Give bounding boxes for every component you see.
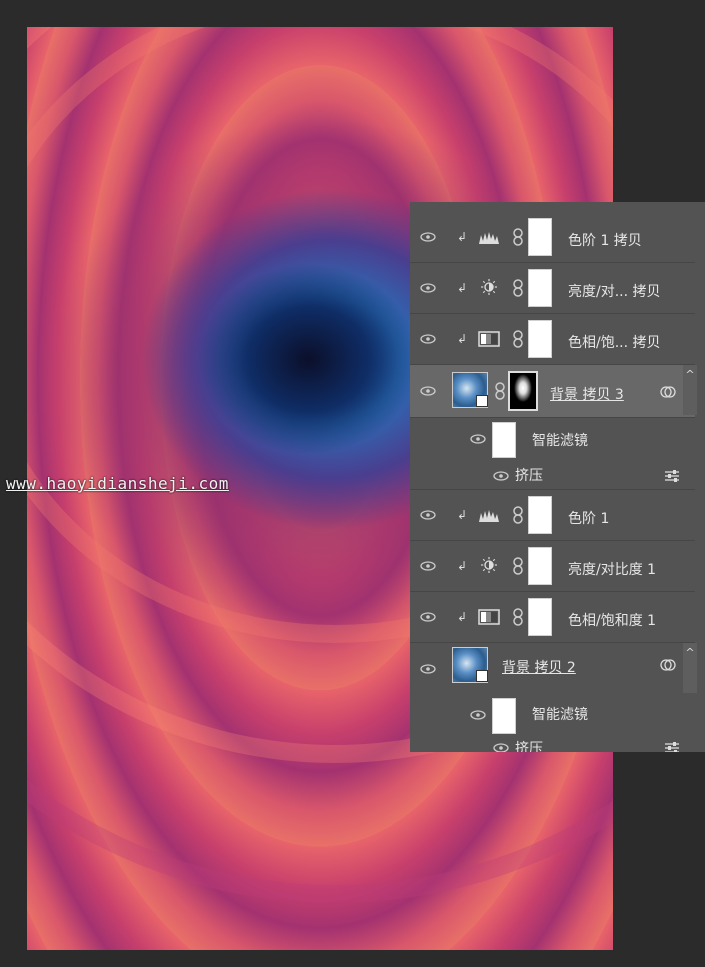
layer-name: 色相/饱... 拷贝 — [568, 335, 661, 351]
eye-icon[interactable] — [493, 471, 509, 481]
expand-arrow-icon[interactable]: ^ — [683, 643, 697, 693]
layer-mask-thumbnail[interactable] — [528, 269, 552, 307]
smart-filters-label: 智能滤镜 — [532, 707, 588, 723]
link-icon[interactable] — [510, 228, 526, 246]
link-icon[interactable] — [510, 506, 526, 524]
clip-arrow-icon: ↲ — [457, 281, 468, 295]
layer-name: 背景 拷贝 3 — [550, 387, 624, 403]
layer-row[interactable]: 背景 拷贝 2 — [410, 643, 695, 695]
watermark-text: www.haoyidiansheji.com — [6, 474, 229, 493]
filter-name: 挤压 — [515, 741, 543, 752]
clip-arrow-icon: ↲ — [457, 332, 468, 346]
layer-name: 亮度/对比度 1 — [568, 562, 657, 578]
clip-arrow-icon: ↲ — [457, 508, 468, 522]
layer-mask-thumbnail[interactable] — [528, 547, 552, 585]
layers-panel: ↲ 色阶 1 拷贝 ↲ 亮度/对... 拷贝 ↲ 色相/饱... 拷贝 背景 拷… — [410, 202, 705, 752]
filter-options-icon[interactable] — [664, 741, 680, 752]
link-icon[interactable] — [510, 608, 526, 626]
layer-row[interactable]: ↲ 色相/饱... 拷贝 — [410, 314, 695, 365]
layer-row[interactable]: ↲ 色相/饱和度 1 — [410, 592, 695, 643]
filter-name: 挤压 — [515, 468, 543, 484]
filter-row[interactable]: 挤压 — [410, 463, 695, 490]
levels-icon — [479, 510, 499, 522]
layer-mask-thumbnail[interactable] — [528, 496, 552, 534]
brightness-icon — [481, 557, 497, 573]
layer-row[interactable]: ↲ 色阶 1 — [410, 490, 695, 541]
smart-object-badge-icon — [476, 395, 488, 407]
layer-mask-thumbnail[interactable] — [528, 598, 552, 636]
eye-icon[interactable] — [420, 232, 436, 242]
clip-arrow-icon: ↲ — [457, 559, 468, 573]
hue-saturation-icon — [478, 609, 500, 625]
smart-filters-row[interactable]: 智能滤镜 — [410, 694, 695, 738]
layer-mask-thumbnail[interactable] — [528, 320, 552, 358]
eye-icon[interactable] — [420, 386, 436, 396]
filter-options-icon[interactable] — [664, 469, 680, 483]
eye-icon[interactable] — [420, 510, 436, 520]
brightness-icon — [481, 279, 497, 295]
smart-object-badge-icon — [476, 670, 488, 682]
layer-row[interactable]: ↲ 色阶 1 拷贝 — [410, 212, 695, 263]
link-icon[interactable] — [510, 330, 526, 348]
eye-icon[interactable] — [470, 434, 486, 444]
eye-icon[interactable] — [493, 743, 509, 752]
filter-mask[interactable] — [492, 698, 516, 734]
hue-saturation-icon — [478, 331, 500, 347]
levels-icon — [479, 232, 499, 244]
eye-icon[interactable] — [420, 334, 436, 344]
layer-mask-thumbnail[interactable] — [508, 371, 538, 411]
smart-filters-row[interactable]: 智能滤镜 — [410, 418, 695, 462]
eye-icon[interactable] — [420, 561, 436, 571]
eye-icon[interactable] — [420, 612, 436, 622]
layer-name: 色阶 1 拷贝 — [568, 233, 642, 249]
link-icon[interactable] — [510, 279, 526, 297]
layer-row[interactable]: ↲ 亮度/对比度 1 — [410, 541, 695, 592]
clip-arrow-icon: ↲ — [457, 610, 468, 624]
layer-row[interactable]: ↲ 亮度/对... 拷贝 — [410, 263, 695, 314]
eye-icon[interactable] — [420, 664, 436, 674]
eye-icon[interactable] — [420, 283, 436, 293]
link-icon[interactable] — [510, 557, 526, 575]
clip-arrow-icon: ↲ — [457, 230, 468, 244]
layer-name: 色阶 1 — [568, 511, 610, 527]
layer-name: 色相/饱和度 1 — [568, 613, 657, 629]
layer-mask-thumbnail[interactable] — [528, 218, 552, 256]
smart-filters-label: 智能滤镜 — [532, 433, 588, 449]
expand-arrow-icon[interactable]: ^ — [683, 365, 697, 415]
layer-name: 背景 拷贝 2 — [502, 660, 576, 676]
smart-filter-indicator-icon[interactable] — [660, 385, 676, 399]
layer-name: 亮度/对... 拷贝 — [568, 284, 661, 300]
filter-row[interactable]: 挤压 — [410, 738, 695, 752]
smart-filter-indicator-icon[interactable] — [660, 658, 676, 672]
link-icon[interactable] — [492, 382, 508, 400]
filter-mask[interactable] — [492, 422, 516, 458]
eye-icon[interactable] — [470, 710, 486, 720]
layer-row-selected[interactable]: 背景 拷贝 3 — [410, 365, 695, 418]
